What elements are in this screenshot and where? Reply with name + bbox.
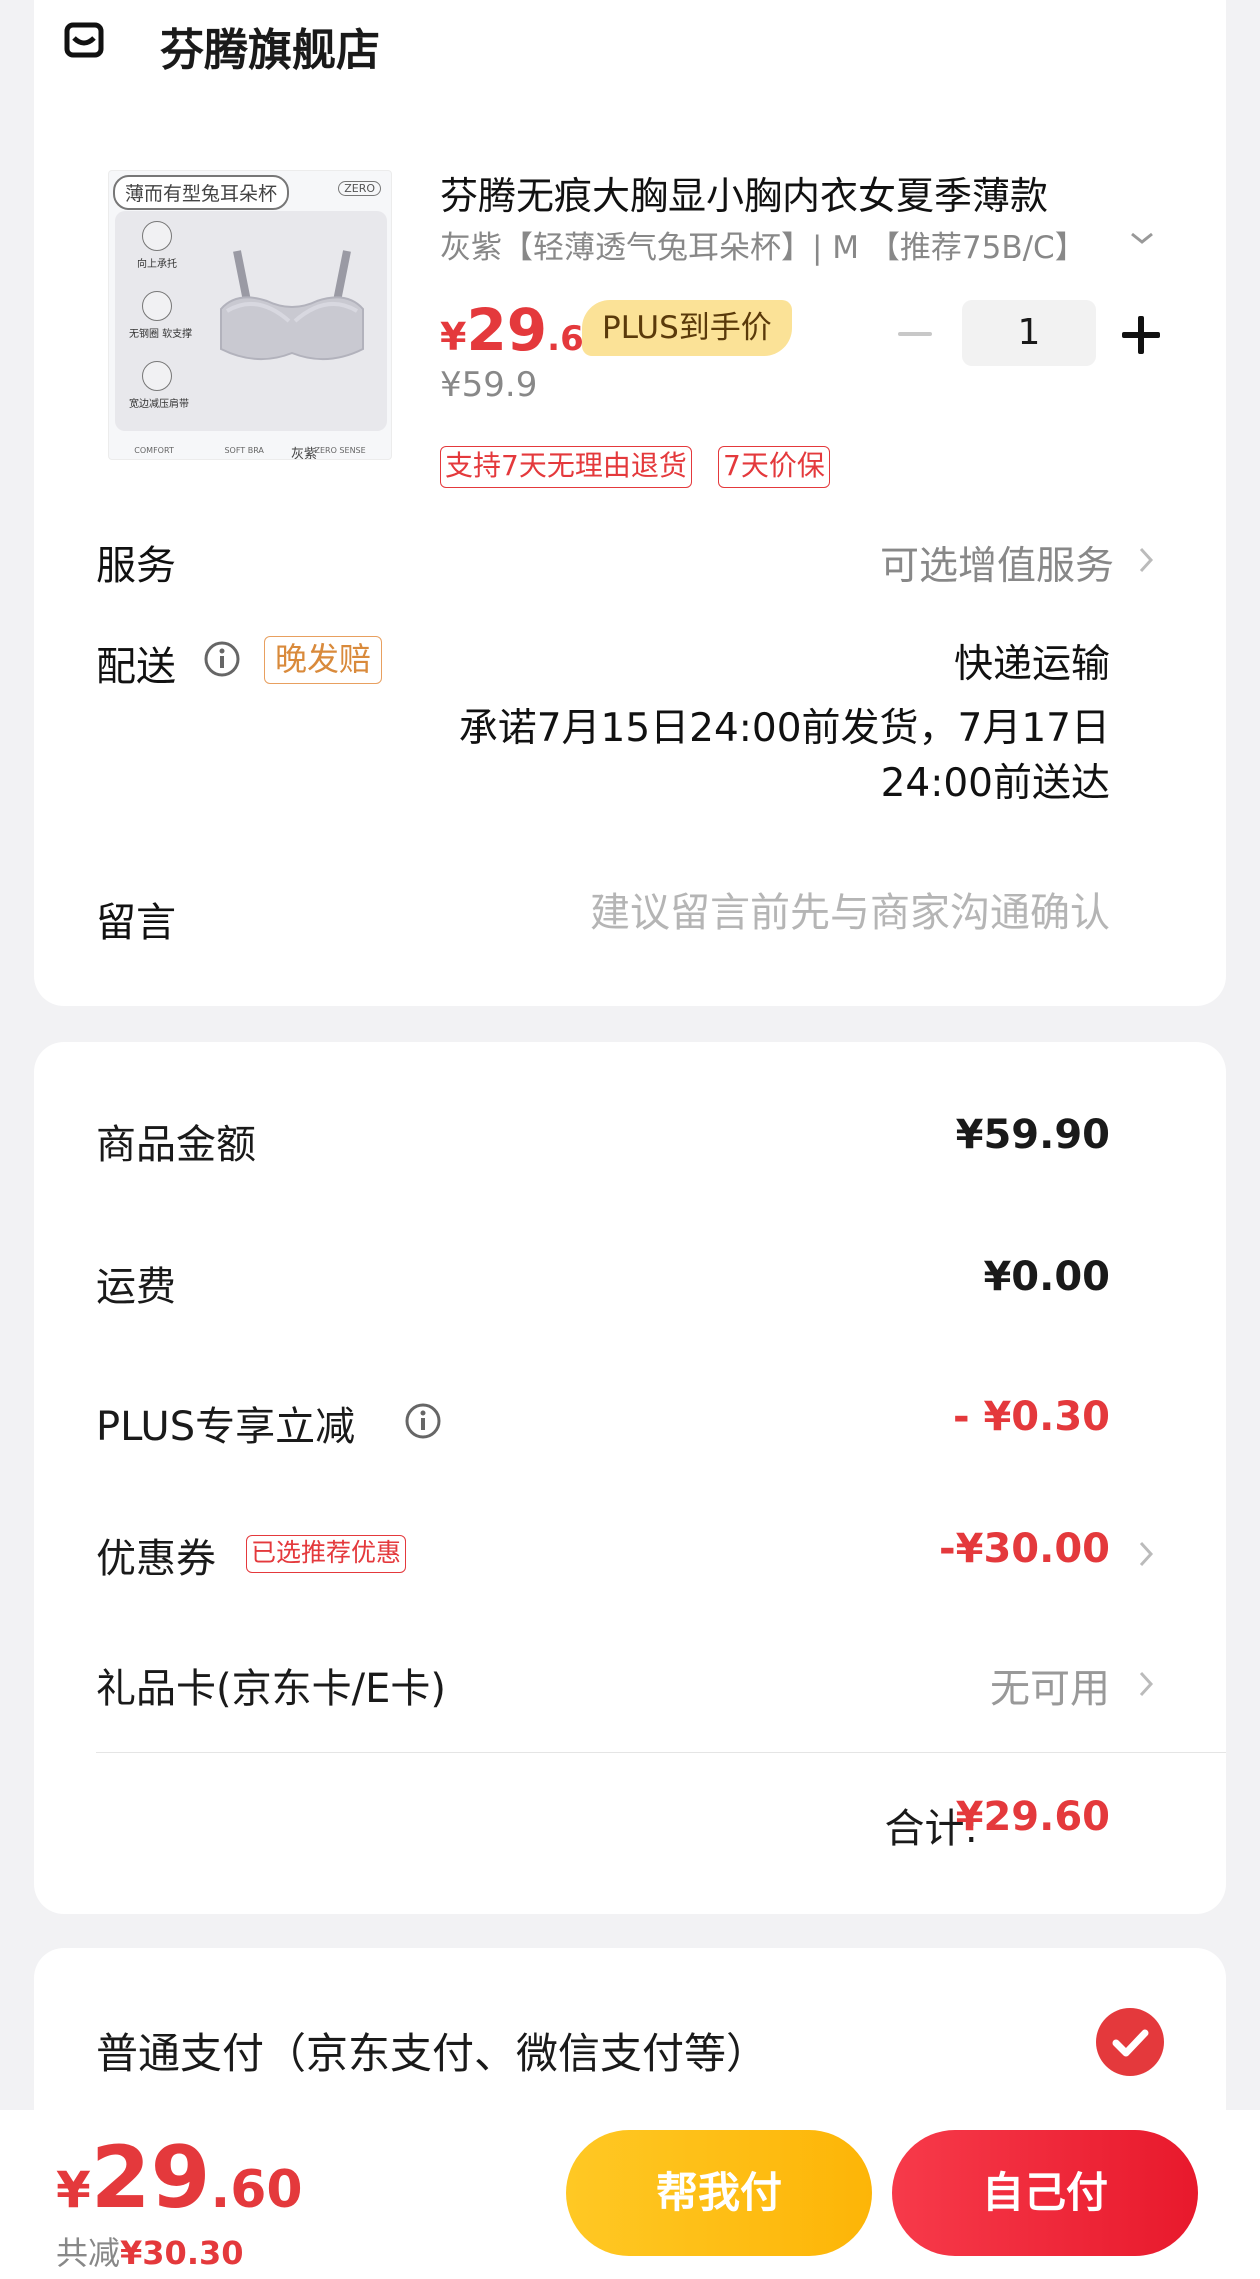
- image-feature: 无钢圈 软支撑: [129, 291, 192, 340]
- return-policy-badge: 支持7天无理由退货: [440, 446, 692, 488]
- pay-amount: ¥29.60: [56, 2128, 303, 2228]
- quantity-increase-button[interactable]: [1122, 316, 1160, 354]
- total-saving: 共减¥30.30: [56, 2234, 244, 2272]
- plus-discount-label: PLUS专享立减: [96, 1404, 356, 1450]
- quantity-decrease-button[interactable]: [898, 318, 934, 348]
- self-pay-button[interactable]: 自己付: [892, 2130, 1198, 2256]
- price-summary-card: [34, 1042, 1226, 1914]
- store-icon: [64, 22, 104, 58]
- service-label: 服务: [96, 543, 176, 589]
- message-input[interactable]: [510, 890, 1110, 936]
- total-value: ¥29.60: [955, 1794, 1110, 1840]
- image-footer: COMFORT SOFT BRA ZERO SENSE: [134, 446, 366, 455]
- delivery-label: 配送: [96, 644, 176, 690]
- info-icon[interactable]: [203, 640, 241, 678]
- coupon-label: 优惠券: [96, 1536, 216, 1582]
- goods-amount-label: 商品金额: [96, 1122, 256, 1168]
- image-feature: 宽边减压肩带: [129, 361, 189, 410]
- service-value[interactable]: 可选增值服务: [880, 535, 1114, 591]
- image-badge: ZERO: [338, 181, 381, 196]
- goods-amount-value: ¥59.90: [955, 1112, 1110, 1158]
- image-panel: 向上承托 无钢圈 软支撑 宽边减压肩带 灰紫: [115, 211, 387, 459]
- help-pay-button[interactable]: 帮我付: [566, 2130, 872, 2256]
- coupon-value[interactable]: -¥30.00: [939, 1526, 1110, 1572]
- chevron-right-icon[interactable]: [1138, 1670, 1154, 1698]
- product-title[interactable]: 芬腾无痕大胸显小胸内衣女夏季薄款: [440, 165, 1160, 220]
- bra-illustration: [220, 250, 364, 361]
- original-price: ¥59.9: [440, 365, 538, 405]
- payment-method-label[interactable]: 普通支付（京东支付、微信支付等）: [96, 2020, 768, 2081]
- delivery-promise: 承诺7月15日24:00前发货，7月17日: [458, 706, 1110, 751]
- giftcard-label: 礼品卡(京东卡/E卡): [96, 1666, 446, 1712]
- chevron-down-icon[interactable]: [1128, 228, 1156, 248]
- plus-discount-value: - ¥0.30: [952, 1394, 1110, 1440]
- divider: [96, 1752, 1226, 1753]
- chevron-right-icon[interactable]: [1138, 546, 1154, 574]
- info-icon[interactable]: [404, 1402, 442, 1440]
- shipping-value: ¥0.00: [983, 1254, 1110, 1300]
- delivery-method[interactable]: 快递运输: [954, 633, 1110, 689]
- product-price: ¥29.6: [440, 296, 584, 364]
- store-name[interactable]: 芬腾旗舰店: [160, 14, 380, 78]
- message-label: 留言: [96, 900, 176, 946]
- order-item-card: [34, 0, 1226, 1006]
- chevron-right-icon[interactable]: [1138, 1540, 1154, 1568]
- image-feature: 向上承托: [129, 221, 185, 270]
- late-compensation-badge: 晚发赔: [264, 636, 383, 684]
- giftcard-value[interactable]: 无可用: [990, 1656, 1110, 1714]
- selected-check-icon[interactable]: [1096, 2008, 1164, 2076]
- delivery-promise-cont: 24:00前送达: [880, 761, 1110, 806]
- plus-price-tag: PLUS到手价: [582, 300, 792, 356]
- quantity-input[interactable]: 1: [962, 300, 1096, 366]
- product-image[interactable]: 薄而有型兔耳朵杯 ZERO 向上承托 无钢圈 软支撑 宽边减压肩带 灰紫 COM…: [108, 170, 392, 460]
- product-spec[interactable]: 灰紫【轻薄透气兔耳朵杯】| M 【推荐75B/C】: [440, 222, 1090, 267]
- image-tag: 薄而有型兔耳朵杯: [113, 175, 290, 210]
- coupon-recommended-badge: 已选推荐优惠: [246, 1535, 407, 1573]
- shipping-label: 运费: [96, 1264, 176, 1310]
- price-protect-badge: 7天价保: [718, 446, 830, 488]
